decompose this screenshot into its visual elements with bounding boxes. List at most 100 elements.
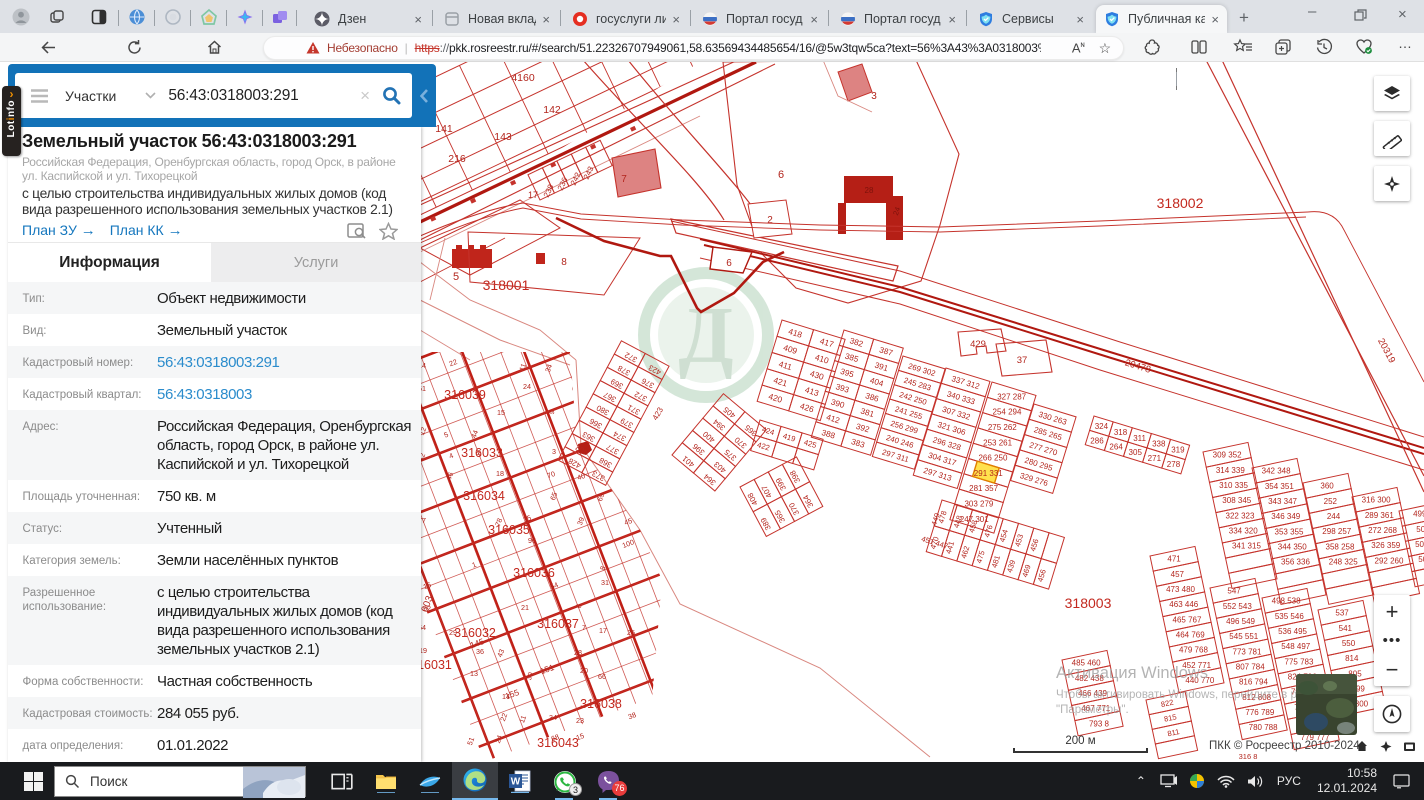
svg-text:504 5: 504 5 [1416, 525, 1424, 534]
svg-text:471: 471 [1167, 555, 1181, 564]
svg-text:547: 547 [1227, 587, 1241, 596]
svg-text:264: 264 [1109, 442, 1123, 451]
svg-text:311: 311 [1133, 434, 1146, 443]
svg-text:343 347: 343 347 [1268, 497, 1297, 506]
svg-text:814: 814 [1345, 654, 1359, 663]
svg-text:499 5: 499 5 [1413, 510, 1424, 519]
svg-text:793 8: 793 8 [1089, 719, 1110, 728]
svg-text:508 505: 508 505 [1418, 555, 1424, 564]
svg-text:344 350: 344 350 [1278, 543, 1307, 552]
svg-text:305: 305 [1129, 448, 1143, 457]
svg-text:537: 537 [1335, 609, 1349, 618]
svg-text:2: 2 [767, 215, 773, 226]
svg-text:341 315: 341 315 [1232, 542, 1261, 551]
svg-text:303 279: 303 279 [964, 499, 993, 508]
svg-text:327 287: 327 287 [997, 392, 1026, 401]
svg-text:316043: 316043 [537, 736, 579, 750]
svg-text:298 257: 298 257 [1322, 527, 1351, 536]
svg-text:37: 37 [1017, 355, 1028, 366]
svg-text:271: 271 [1148, 454, 1162, 463]
svg-text:316034: 316034 [463, 489, 505, 503]
svg-text:6: 6 [778, 169, 784, 181]
svg-text:318: 318 [1114, 428, 1128, 437]
svg-text:316038: 316038 [580, 697, 622, 711]
svg-text:24: 24 [523, 382, 531, 391]
svg-text:548 497: 548 497 [1281, 642, 1310, 651]
svg-text:4160: 4160 [511, 72, 535, 84]
svg-text:141: 141 [435, 123, 453, 135]
svg-text:535 546: 535 546 [1275, 612, 1304, 621]
svg-text:Д: Д [678, 292, 733, 380]
svg-text:266 250: 266 250 [978, 454, 1007, 463]
svg-text:473 480: 473 480 [1166, 585, 1195, 594]
svg-text:5: 5 [453, 271, 459, 283]
svg-text:310 335: 310 335 [1219, 481, 1248, 490]
svg-text:324: 324 [1095, 422, 1109, 431]
svg-text:278: 278 [1167, 460, 1181, 469]
svg-text:316033: 316033 [461, 446, 503, 460]
svg-text:316036: 316036 [513, 566, 555, 580]
svg-text:143: 143 [494, 131, 512, 143]
svg-text:464 769: 464 769 [1176, 631, 1205, 640]
svg-text:465 767: 465 767 [1173, 615, 1202, 624]
svg-text:318002: 318002 [1157, 195, 1204, 211]
svg-text:550: 550 [1342, 639, 1356, 648]
svg-text:17: 17 [599, 626, 607, 635]
svg-text:31: 31 [601, 578, 609, 587]
svg-text:353 355: 353 355 [1275, 527, 1304, 536]
svg-text:308 345: 308 345 [1222, 496, 1251, 505]
svg-text:509 506: 509 506 [1415, 540, 1424, 549]
svg-text:289 361: 289 361 [1365, 511, 1394, 520]
svg-text:28: 28 [865, 186, 874, 195]
svg-text:457: 457 [1171, 570, 1185, 579]
svg-text:316039: 316039 [444, 388, 486, 402]
svg-text:28: 28 [574, 648, 582, 657]
svg-text:780 788: 780 788 [1249, 723, 1278, 732]
svg-text:18: 18 [496, 469, 504, 478]
svg-text:342 348: 342 348 [1262, 467, 1291, 476]
svg-text:319: 319 [1171, 445, 1185, 454]
svg-text:248 325: 248 325 [1329, 558, 1358, 567]
svg-text:254 294: 254 294 [993, 408, 1022, 417]
svg-text:W: W [511, 777, 521, 788]
svg-text:281 357: 281 357 [969, 484, 998, 493]
svg-text:244: 244 [1327, 512, 1341, 521]
svg-text:318003: 318003 [1065, 595, 1112, 611]
svg-text:479 768: 479 768 [1179, 646, 1208, 655]
svg-text:318001: 318001 [483, 277, 530, 293]
svg-text:7: 7 [621, 174, 627, 185]
svg-text:216: 216 [448, 153, 466, 165]
svg-text:3: 3 [871, 91, 877, 102]
svg-text:322 323: 322 323 [1226, 511, 1255, 520]
svg-text:8: 8 [561, 257, 567, 268]
svg-text:292 260: 292 260 [1375, 556, 1404, 565]
svg-text:545 551: 545 551 [1229, 632, 1258, 641]
svg-text:773 781: 773 781 [1233, 647, 1262, 656]
svg-text:142: 142 [543, 104, 561, 116]
svg-text:96: 96 [528, 536, 536, 545]
svg-text:354 351: 354 351 [1265, 482, 1294, 491]
svg-text:358 258: 358 258 [1326, 542, 1355, 551]
svg-text:252: 252 [1324, 497, 1338, 506]
svg-text:15: 15 [497, 408, 505, 417]
svg-text:334 320: 334 320 [1229, 527, 1258, 536]
svg-text:496 549: 496 549 [1226, 617, 1255, 626]
svg-text:34: 34 [549, 713, 557, 722]
svg-text:25: 25 [627, 628, 635, 637]
svg-text:272 268: 272 268 [1368, 526, 1397, 535]
svg-text:6: 6 [726, 258, 732, 269]
svg-text:23: 23 [576, 716, 584, 725]
svg-text:316 300: 316 300 [1362, 496, 1391, 505]
svg-text:552 543: 552 543 [1223, 602, 1252, 611]
svg-text:13: 13 [470, 669, 478, 678]
svg-text:360: 360 [1320, 482, 1334, 491]
svg-text:536 495: 536 495 [1278, 627, 1307, 636]
svg-text:7: 7 [582, 623, 586, 632]
svg-text:66: 66 [598, 672, 606, 681]
svg-text:316 8: 316 8 [1239, 752, 1258, 761]
svg-text:275 262: 275 262 [988, 423, 1017, 432]
svg-text:356 336: 356 336 [1281, 558, 1310, 567]
svg-text:338: 338 [1152, 440, 1166, 449]
svg-text:314 339: 314 339 [1216, 466, 1245, 475]
svg-text:291 331: 291 331 [974, 469, 1003, 478]
